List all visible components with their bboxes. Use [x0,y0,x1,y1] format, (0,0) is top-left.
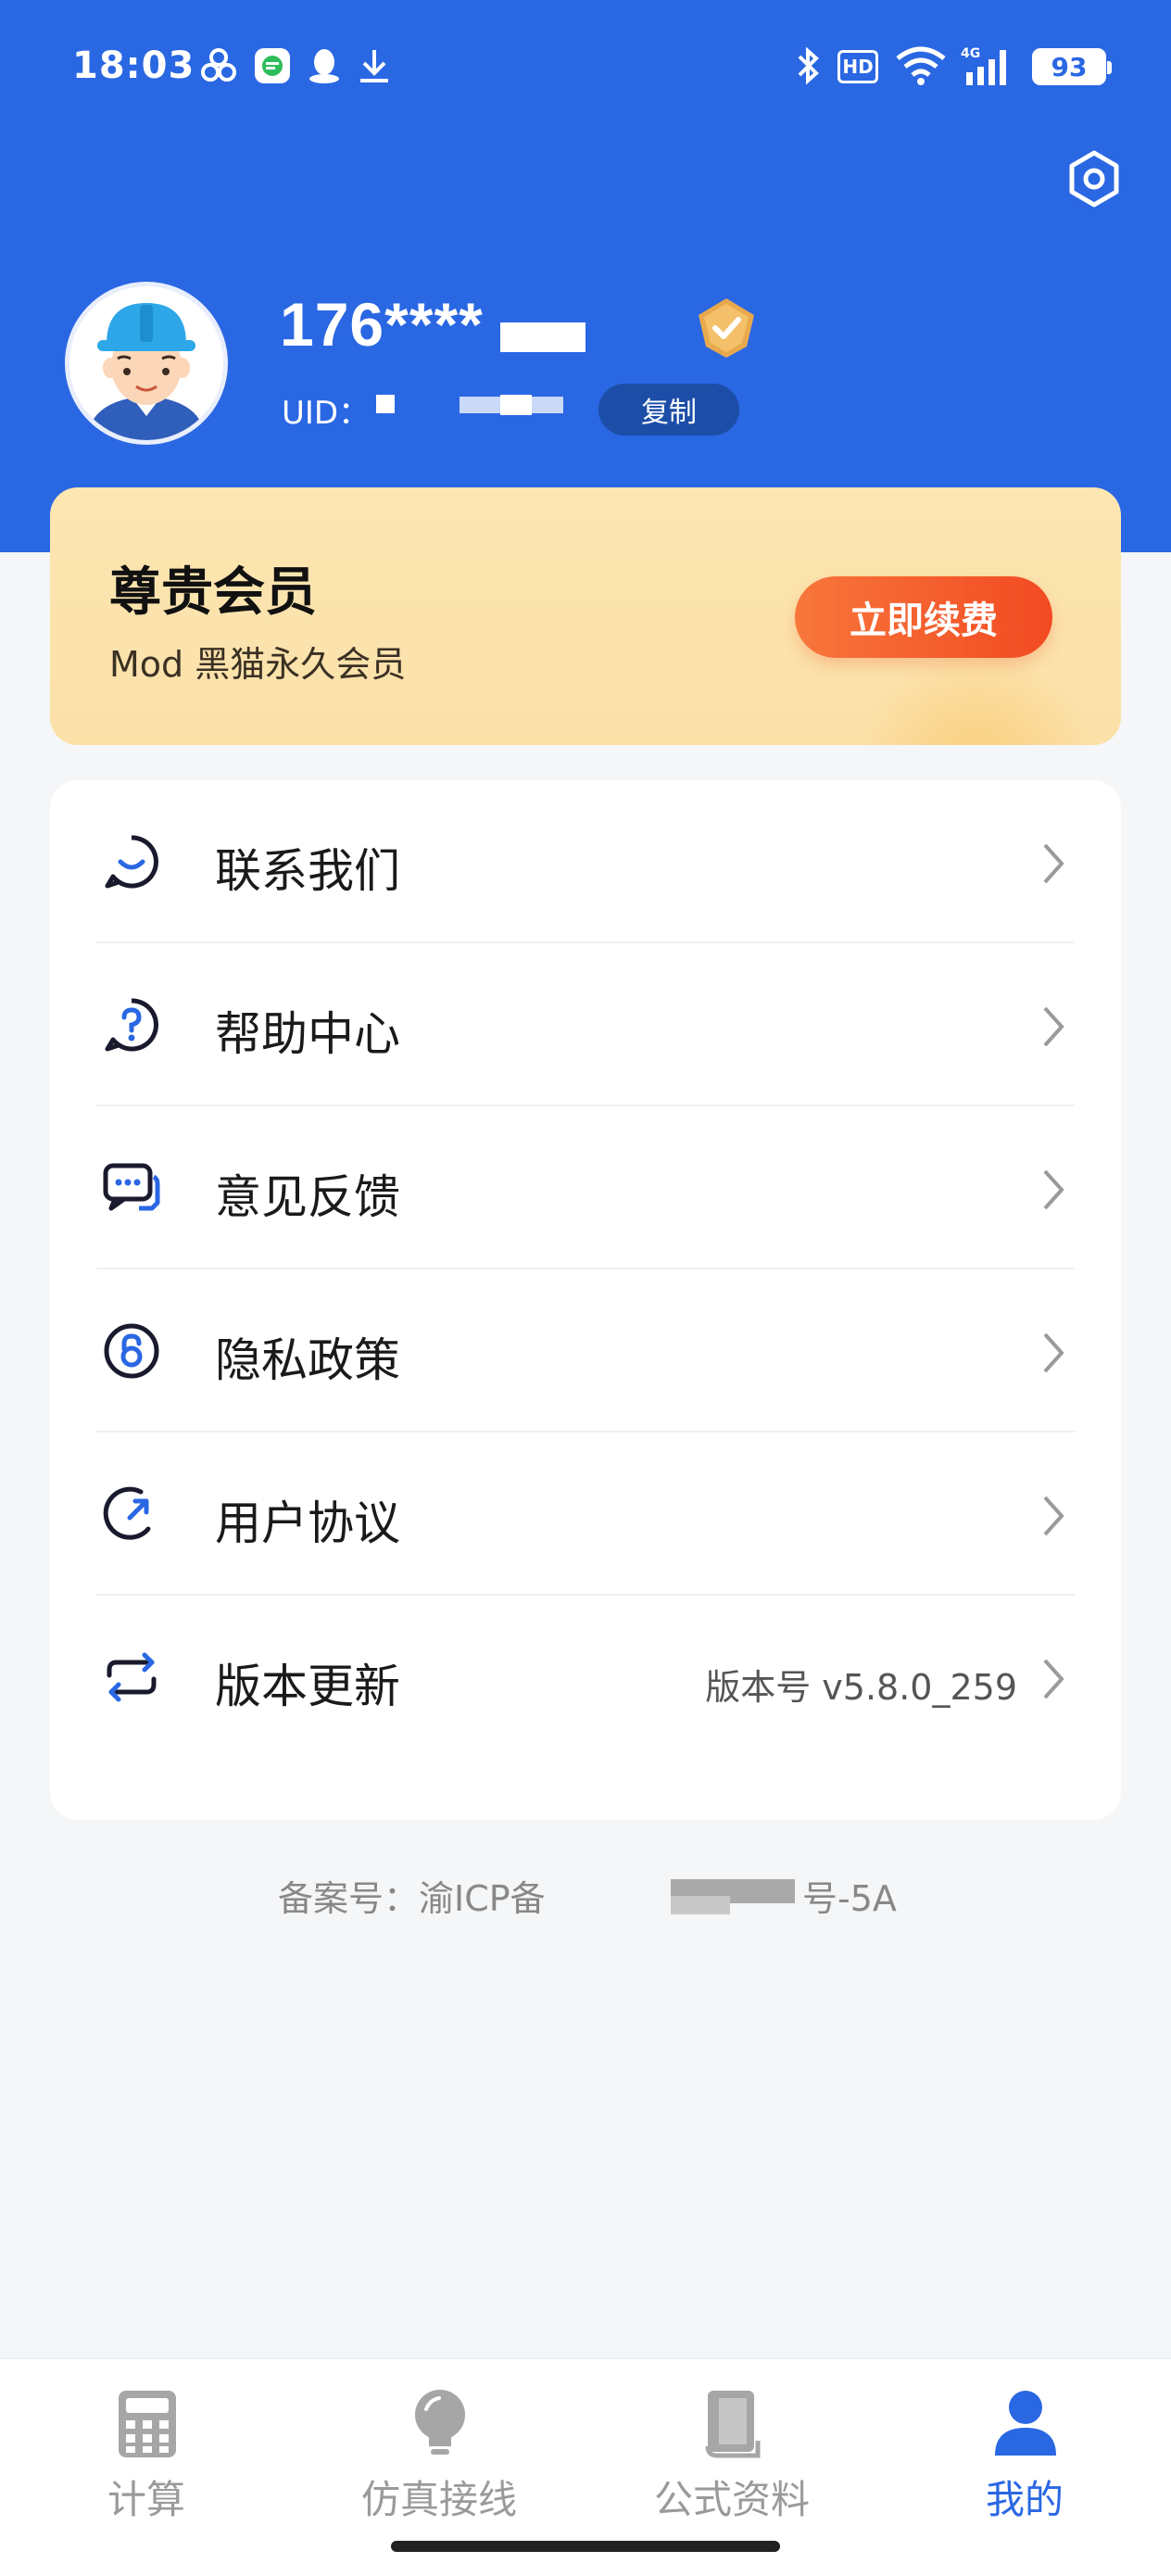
chevron-right-icon [1039,1657,1067,1701]
wifi-icon [893,44,949,87]
redacted-phone-mask [500,322,586,352]
menu-item-label: 联系我们 [215,844,400,898]
tab-label: 我的 [985,2477,1064,2522]
chevron-right-icon [1039,1168,1067,1212]
redacted-icp-mask [671,1896,730,1914]
membership-card[interactable]: 尊贵会员 Mod 黑猫永久会员 立即续费 [50,487,1121,745]
download-icon [354,44,395,87]
tab-label: 计算 [107,2477,185,2522]
feedback-icon [102,1158,161,1218]
tab-simulation-wiring[interactable]: 仿真接线 [293,2376,586,2552]
menu-item-label: 帮助中心 [215,1007,400,1061]
menu-item-label: 隐私政策 [215,1333,400,1387]
bulb-icon [408,2387,472,2461]
card-decoration [856,652,1097,745]
hd-badge: HD [837,50,878,83]
menu-item-user-agreement[interactable]: 用户协议 [50,1433,1121,1596]
update-icon [102,1648,161,1707]
renew-button[interactable]: 立即续费 [795,576,1052,658]
tab-label: 仿真接线 [360,2477,517,2522]
status-time: 18:03 [72,44,195,87]
redacted-uid-mask [500,395,532,415]
menu-item-label: 版本更新 [215,1660,400,1713]
tab-formula-materials[interactable]: 公式资料 [586,2376,878,2552]
vip-diamond-icon [693,295,760,361]
uid-label: UID： [282,395,371,432]
user-agreement-icon [102,1484,161,1544]
privacy-lock-icon [102,1321,161,1381]
avatar[interactable] [65,282,228,445]
wechat-icon [250,44,295,87]
tab-mine[interactable]: 我的 [878,2376,1171,2552]
redacted-uid-mask [376,395,395,413]
version-number: 版本号 v5.8.0_259 [705,1667,1017,1708]
chevron-right-icon [1039,1004,1067,1049]
tab-label: 公式资料 [653,2477,810,2522]
menu-item-privacy-policy[interactable]: 隐私政策 [50,1269,1121,1433]
status-bar: 18:03 HD 4G 93 [0,0,1171,139]
menu-item-contact-us[interactable]: 联系我们 [50,780,1121,943]
qq-icon [304,44,345,87]
battery-indicator: 93 [1032,48,1112,85]
icp-suffix: 号-5A [802,1878,897,1919]
chevron-right-icon [1039,1494,1067,1538]
menu-item-help-center[interactable]: 帮助中心 [50,943,1121,1106]
settings-gear-icon[interactable] [1064,148,1125,209]
tab-calculate[interactable]: 计算 [0,2376,293,2552]
menu-list: 联系我们 帮助中心 意见反馈 隐私政策 用户协议 版本更新 版本号 v5.8.0… [50,780,1121,1820]
menu-item-label: 意见反馈 [215,1170,400,1224]
signal-icon: 4G [960,44,1021,87]
person-icon [993,2387,1058,2461]
icp-prefix: 备案号：渝ICP备 [278,1878,546,1919]
calculator-icon [115,2387,180,2461]
membership-subtitle: Mod 黑猫永久会员 [109,644,407,685]
app-icon-cluster [196,44,241,87]
phone-number: 176**** [280,290,484,359]
menu-item-feedback[interactable]: 意见反馈 [50,1106,1121,1269]
help-question-icon [102,995,161,1054]
menu-item-version-update[interactable]: 版本更新 版本号 v5.8.0_259 [50,1596,1121,1759]
chevron-right-icon [1039,841,1067,886]
home-indicator[interactable] [391,2541,780,2552]
menu-item-label: 用户协议 [215,1496,400,1550]
copy-uid-button[interactable]: 复制 [598,384,739,436]
membership-title: 尊贵会员 [109,562,317,623]
contact-chat-icon [102,832,161,891]
chevron-right-icon [1039,1331,1067,1375]
network-type-label: 4G [961,46,980,61]
book-icon [700,2387,765,2461]
bluetooth-icon [789,44,826,87]
